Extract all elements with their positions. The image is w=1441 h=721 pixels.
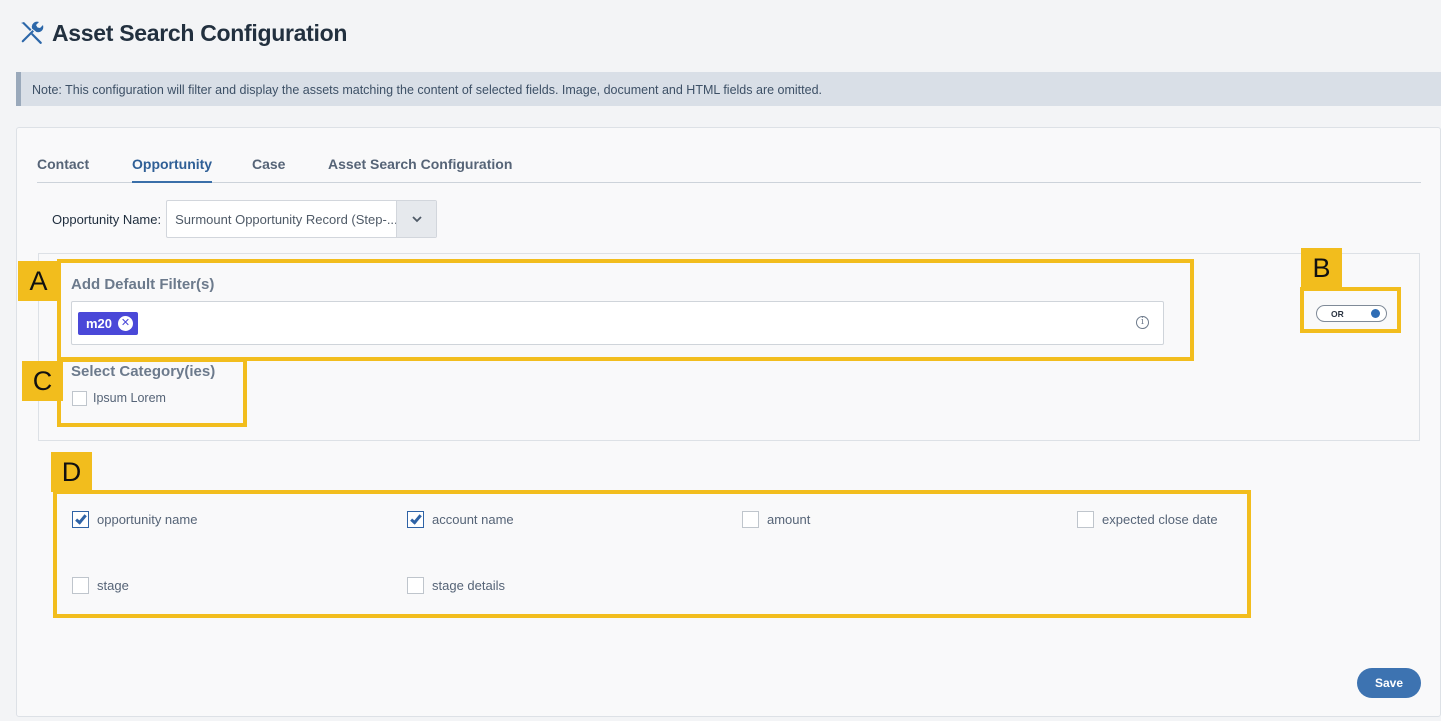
opportunity-name-select[interactable]: Surmount Opportunity Record (Step-... — [166, 200, 438, 238]
opportunity-selected-value: Surmount Opportunity Record (Step-... — [175, 212, 397, 227]
annotation-badge-b: B — [1301, 248, 1342, 288]
highlight-box-d — [53, 490, 1251, 618]
tab-case[interactable]: Case — [252, 156, 285, 181]
annotation-badge-c: C — [22, 361, 63, 401]
wrench-screwdriver-icon — [21, 21, 44, 44]
save-button[interactable]: Save — [1357, 668, 1421, 698]
highlight-box-b — [1300, 287, 1401, 333]
page-header: Asset Search Configuration — [18, 18, 347, 48]
annotation-badge-d: D — [51, 452, 92, 492]
page-title: Asset Search Configuration — [52, 19, 348, 46]
opportunity-name-label: Opportunity Name: — [52, 211, 162, 227]
tab-asset-search-configuration[interactable]: Asset Search Configuration — [328, 156, 512, 181]
tab-contact[interactable]: Contact — [37, 156, 89, 181]
opportunity-name-row: Opportunity Name: Surmount Opportunity R… — [52, 200, 438, 238]
highlight-box-c — [57, 358, 247, 427]
highlight-box-a — [57, 259, 1194, 361]
annotation-badge-a: A — [18, 261, 59, 301]
tab-opportunity[interactable]: Opportunity — [132, 156, 213, 183]
chevron-down-icon[interactable] — [396, 201, 437, 237]
info-note: Note: This configuration will filter and… — [16, 72, 1441, 106]
tab-bar: Contact Opportunity Case Asset Search Co… — [37, 156, 1421, 183]
